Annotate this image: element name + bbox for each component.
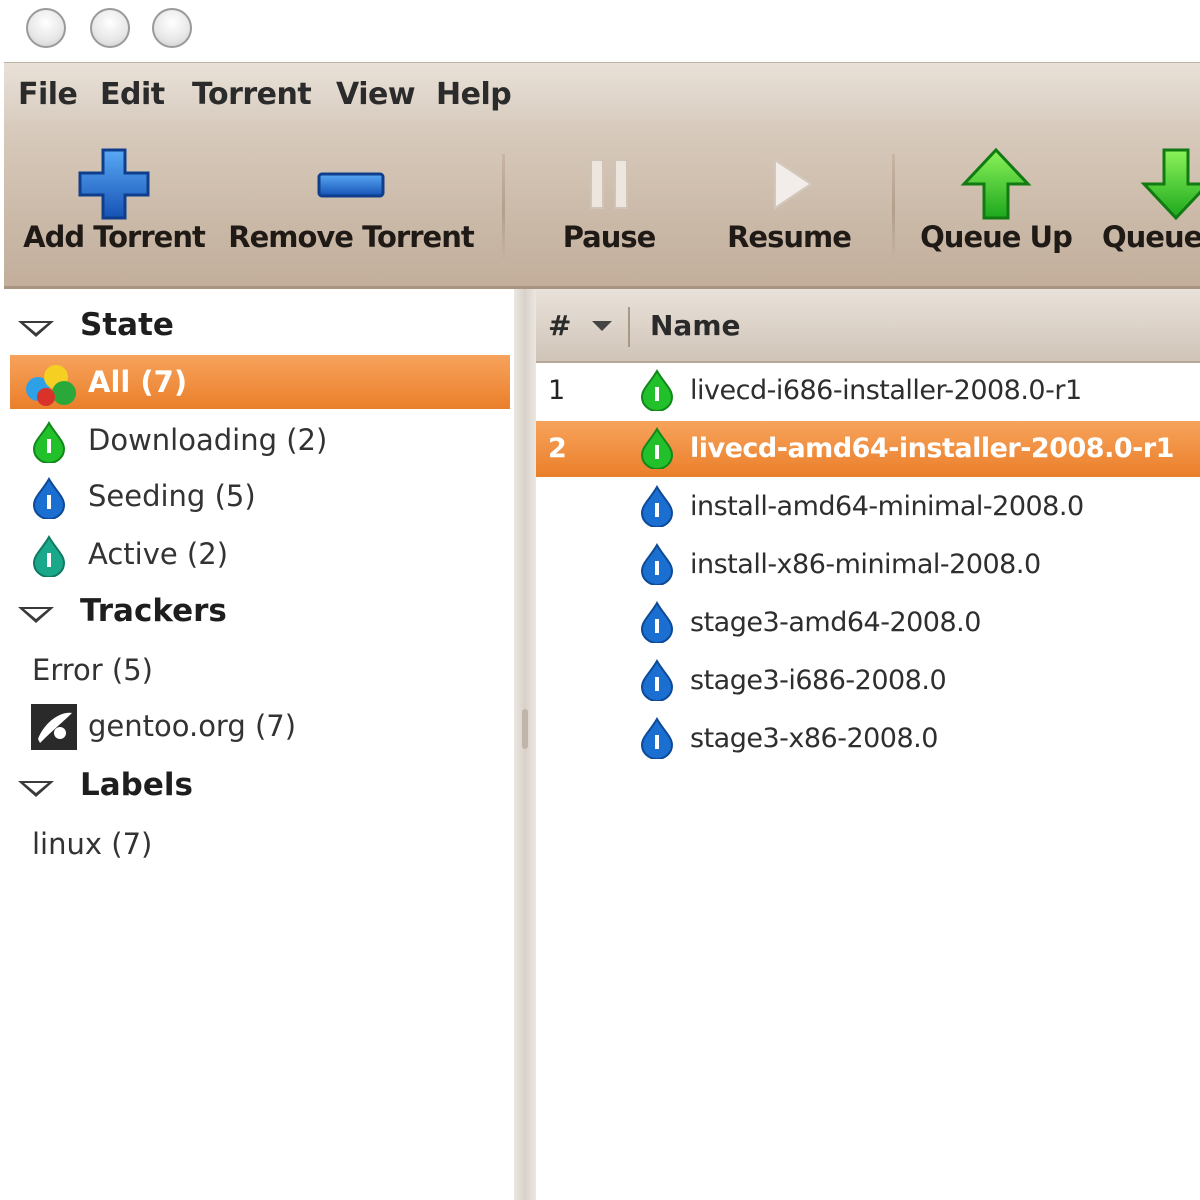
trackers-section-header[interactable]: Trackers [12,589,502,639]
plus-icon [78,148,150,220]
row-number: 1 [548,375,566,406]
section-label: State [80,307,174,343]
table-row[interactable]: stage3-amd64-2008.0 [536,595,1200,651]
downloading-icon [640,369,674,411]
seeding-icon [640,543,674,585]
table-row[interactable]: 1 livecd-i686-installer-2008.0-r1 [536,363,1200,419]
window-minimize-button[interactable] [90,8,130,48]
filter-item-label: Seeding (5) [88,479,256,513]
window-close-button[interactable] [26,8,66,48]
arrow-up-icon [960,147,1032,220]
resume-button[interactable]: Resume [714,124,864,286]
torrent-name: livecd-i686-installer-2008.0-r1 [690,375,1082,406]
queue-down-label: Queue [1102,220,1200,254]
filter-item-label: linux (7) [32,827,153,861]
menu-torrent[interactable]: Torrent [192,77,312,112]
table-header: # Name [536,289,1200,363]
filter-item-active[interactable]: Active (2) [10,527,510,581]
toolbar-separator [502,154,505,266]
gentoo-icon [31,704,77,750]
section-label: Trackers [80,593,227,629]
menu-help[interactable]: Help [436,77,512,112]
filter-item-error[interactable]: Error (5) [10,643,510,697]
seeding-icon [640,601,674,643]
downloading-icon [640,427,674,469]
table-row[interactable]: stage3-i686-2008.0 [536,653,1200,709]
all-icon [26,365,76,406]
torrent-name: install-x86-minimal-2008.0 [690,549,1041,580]
arrow-down-icon [1140,148,1200,221]
column-header-number[interactable]: # [548,309,571,342]
column-header-name[interactable]: Name [650,309,741,342]
resume-label: Resume [727,220,852,254]
queue-up-label: Queue Up [920,220,1073,254]
filter-item-linux[interactable]: linux (7) [10,817,510,871]
state-section-header[interactable]: State [12,303,502,353]
toolbar-separator [892,154,895,266]
section-label: Labels [80,767,193,803]
filter-item-label: gentoo.org (7) [88,709,297,743]
downloading-icon [32,421,66,463]
seeding-icon [32,477,66,519]
column-divider[interactable] [628,307,630,347]
seeding-icon [640,659,674,701]
torrent-name: livecd-amd64-installer-2008.0-r1 [690,433,1174,464]
expander-triangle-icon[interactable] [18,321,54,337]
queue-up-button[interactable]: Queue Up [916,124,1076,286]
remove-torrent-button[interactable]: Remove Torrent [226,124,476,286]
pause-label: Pause [562,220,657,254]
minus-icon [317,172,385,198]
pane-splitter[interactable] [514,289,536,1200]
row-number: 2 [548,433,567,464]
pause-button[interactable]: Pause [544,124,674,286]
expander-triangle-icon[interactable] [18,607,54,623]
table-row[interactable]: install-x86-minimal-2008.0 [536,537,1200,593]
remove-torrent-label[interactable]: Remove Torrent [226,220,476,254]
torrent-name: stage3-x86-2008.0 [690,723,938,754]
filter-item-seeding[interactable]: Seeding (5) [10,469,510,523]
menu-view[interactable]: View [336,77,416,112]
seeding-icon [640,717,674,759]
torrent-name: stage3-amd64-2008.0 [690,607,981,638]
queue-down-button[interactable]: Queue [1096,124,1200,286]
labels-section-header[interactable]: Labels [12,763,502,813]
sort-descending-icon[interactable] [592,321,612,331]
add-torrent-button[interactable]: Add Torrent [14,124,214,286]
add-torrent-label: Add Torrent [23,220,206,254]
active-icon [32,535,66,577]
filter-item-label: All (7) [88,365,188,399]
seeding-icon [640,485,674,527]
play-icon [774,158,813,210]
torrent-name: install-amd64-minimal-2008.0 [690,491,1084,522]
filter-sidebar: State All (7) Downloading (2) Seeding (5… [4,289,516,1200]
filter-item-gentoo[interactable]: gentoo.org (7) [10,699,510,753]
splitter-grip[interactable] [522,709,528,749]
pause-icon [590,159,628,209]
filter-item-label: Active (2) [88,537,229,571]
window-titlebar [0,0,1200,62]
table-row[interactable]: 2 livecd-amd64-installer-2008.0-r1 [536,421,1200,477]
toolbar: Add Torrent Remove Torrent Pause Resume … [4,124,1200,289]
filter-item-downloading[interactable]: Downloading (2) [10,413,510,467]
filter-item-label: Error (5) [32,653,153,687]
menu-edit[interactable]: Edit [100,77,165,112]
window-maximize-button[interactable] [152,8,192,48]
menu-file[interactable]: File [18,77,78,112]
torrent-list: # Name 1 livecd-i686-installer-2008.0-r1… [536,289,1200,1200]
table-row[interactable]: install-amd64-minimal-2008.0 [536,479,1200,535]
filter-item-all[interactable]: All (7) [10,355,510,409]
menubar: File Edit Torrent View Help [4,62,1200,125]
expander-triangle-icon[interactable] [18,781,54,797]
table-row[interactable]: stage3-x86-2008.0 [536,711,1200,767]
torrent-name: stage3-i686-2008.0 [690,665,947,696]
filter-item-label: Downloading (2) [88,423,328,457]
